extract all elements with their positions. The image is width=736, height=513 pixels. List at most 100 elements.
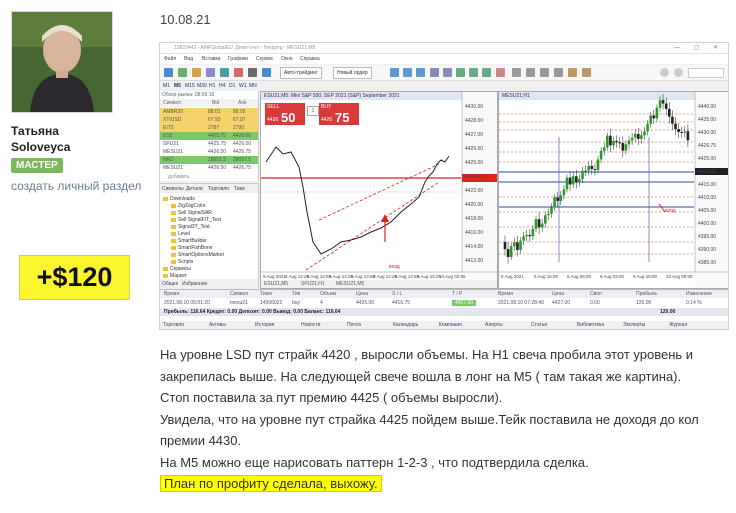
text-icon[interactable]	[582, 68, 591, 77]
grid-icon[interactable]	[456, 68, 465, 77]
toolbox-tab[interactable]: Компания	[439, 322, 462, 328]
search-icon[interactable]	[660, 68, 669, 77]
username[interactable]: Татьяна Soloveyca	[11, 123, 70, 155]
navigator-item[interactable]: Sell SignalSAR	[171, 210, 212, 216]
market-watch-row[interactable]: NKD 28051.5 28057.5	[160, 156, 258, 164]
timeframe-button[interactable]: H4	[219, 83, 225, 89]
timeframe-button[interactable]: M15	[185, 83, 195, 89]
search-input[interactable]	[688, 68, 724, 78]
indicators-icon[interactable]	[496, 68, 505, 77]
menu-item[interactable]: Вид	[184, 56, 193, 62]
tab-symbols[interactable]: Символы	[162, 186, 184, 192]
timeframe-button[interactable]: W1	[239, 83, 247, 89]
toolbox-tab[interactable]: Статьи	[531, 322, 547, 328]
market-watch-add-row[interactable]: добавить	[160, 173, 258, 181]
create-section-link[interactable]: создать личный раздел	[11, 179, 141, 193]
tab-favorites[interactable]: Избранное	[182, 281, 207, 287]
toolbox-tab[interactable]: Торговля	[163, 322, 184, 328]
navigator-item[interactable]: Sell SignalFIT_Test	[170, 217, 221, 223]
navigator-item[interactable]: Downloads	[163, 196, 195, 202]
market-watch-row[interactable]: MESU21 4426.50 4426.75	[160, 148, 258, 156]
toolbox-icon[interactable]	[234, 68, 243, 77]
menu-item[interactable]: Сервис	[256, 56, 273, 62]
buy-button[interactable]: BUY 4426 75	[319, 103, 359, 125]
menu-item[interactable]: Графики	[228, 56, 248, 62]
tab-common[interactable]: Общее	[162, 281, 178, 287]
profiles-icon[interactable]	[178, 68, 187, 77]
timeframe-button[interactable]: M30	[197, 83, 207, 89]
timeframe-button[interactable]: M5	[174, 83, 181, 89]
objects-icon[interactable]	[568, 68, 577, 77]
market-watch-row[interactable]: ES5 4425.75 4426.00	[160, 132, 258, 140]
ide-icon[interactable]	[262, 68, 271, 77]
post-text: На уровне LSD пут страйк 4420 , выросли …	[160, 344, 730, 495]
toolbox-tab[interactable]: Календарь	[393, 322, 418, 328]
navigator-item[interactable]: Signal3T_Test	[171, 224, 210, 230]
market-watch-row[interactable]: SPU21 4425.75 4426.00	[160, 140, 258, 148]
chart-tab[interactable]: SPU21,H1	[301, 281, 325, 287]
trade-row[interactable]: 2021.08.10 05:01:20 mesu21 14006022 buy 4 442…	[160, 299, 728, 307]
account-icon[interactable]	[674, 68, 683, 77]
chart-tab[interactable]: MESU21,M5	[336, 281, 364, 287]
navigator-item[interactable]: Scripts	[170, 259, 193, 265]
time-label: 9 Aug 14:25	[373, 274, 398, 279]
candles-icon[interactable]	[403, 68, 412, 77]
zoom-out-icon[interactable]	[443, 68, 452, 77]
toolbox-tab[interactable]: Эксперты	[623, 322, 645, 328]
toolbox-tab[interactable]: Журнал	[669, 322, 687, 328]
sell-button[interactable]: SELL 4426 50	[265, 103, 305, 125]
navigator-item[interactable]: SmartBuilder	[171, 238, 207, 244]
price-label: 4418.00	[465, 216, 484, 222]
chart-shift-icon[interactable]	[482, 68, 491, 77]
horizontal-line-icon[interactable]	[540, 68, 549, 77]
menu-item[interactable]: Файл	[164, 56, 176, 62]
crosshair-icon[interactable]	[512, 68, 521, 77]
market-watch-icon[interactable]	[192, 68, 201, 77]
tab-ticks[interactable]: Тики	[234, 186, 245, 192]
new-order-button[interactable]: Новый ордер	[333, 67, 372, 79]
timeframe-button[interactable]: M1	[163, 83, 170, 89]
vertical-line-icon[interactable]	[526, 68, 535, 77]
market-watch-row[interactable]: MESU21 4426.50 4426.75	[160, 164, 258, 172]
zoom-in-icon[interactable]	[430, 68, 439, 77]
toolbox-tab[interactable]: Новости	[301, 322, 320, 328]
toolbox-tab[interactable]: История	[255, 322, 274, 328]
navigator-icon[interactable]	[220, 68, 229, 77]
navigator-item[interactable]: SmartFishBone	[170, 245, 212, 251]
navigator-item[interactable]: SmartOptionsMarket	[171, 252, 224, 258]
menu-item[interactable]: Вставка	[202, 56, 221, 62]
toolbox-tab[interactable]: Библиотека	[577, 322, 604, 328]
market-watch-row[interactable]: XTIUSD 67.93 67.97	[160, 116, 258, 124]
tab-trading[interactable]: Торговля	[208, 186, 229, 192]
chart-window-mesu21[interactable]: MESU21,H1 вход 4440.00 4435.00 4430.00 4…	[498, 91, 728, 289]
data-window-icon[interactable]	[206, 68, 215, 77]
toolbox-tab[interactable]: Почта	[347, 322, 361, 328]
market-watch-row[interactable]: AMBR20 88.01 88.05	[160, 108, 258, 116]
menu-item[interactable]: Справка	[300, 56, 320, 62]
navigator-item[interactable]: Level	[171, 231, 190, 237]
timeframe-button[interactable]: D1	[229, 83, 235, 89]
autoscroll-icon[interactable]	[469, 68, 478, 77]
tab-details[interactable]: Детали	[186, 186, 203, 192]
toolbox-tab[interactable]: Алерты	[485, 322, 503, 328]
timeframe-button[interactable]: H1	[209, 83, 215, 89]
algo-trading-button[interactable]: Авто-трейдинг	[280, 67, 322, 79]
chart-tab[interactable]: ESU21,M5	[264, 281, 288, 287]
trendline-icon[interactable]	[554, 68, 563, 77]
time-label: 9 Aug 15:00	[633, 274, 658, 279]
new-chart-icon[interactable]	[164, 68, 173, 77]
timeframe-button[interactable]: MN	[249, 83, 257, 89]
chart-window-esu21[interactable]: ESU21,M5: Mini S&P 500, SEP 2021 (S&P) S…	[260, 91, 498, 289]
tester-icon[interactable]	[248, 68, 257, 77]
bar-chart-icon[interactable]	[390, 68, 399, 77]
navigator-item[interactable]: ZigZagColor	[171, 203, 206, 209]
buy-price-prefix: 4426	[321, 117, 333, 123]
toolbox-tab[interactable]: Активы	[209, 322, 226, 328]
candle-body	[630, 137, 634, 141]
market-watch-row[interactable]: EIT5 2787 2790	[160, 124, 258, 132]
line-chart-icon[interactable]	[416, 68, 425, 77]
navigator-item[interactable]: Сервисы	[163, 266, 191, 272]
menu-item[interactable]: Окно	[281, 56, 293, 62]
user-avatar[interactable]	[11, 11, 113, 113]
lot-size-input[interactable]: 1	[307, 106, 319, 116]
